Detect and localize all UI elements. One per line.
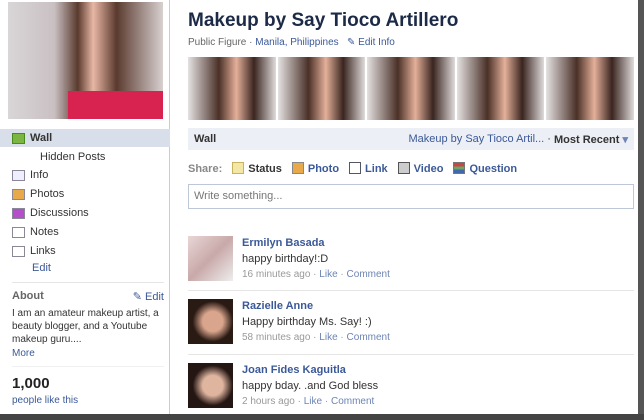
discussions-icon — [12, 207, 25, 219]
wall-post: Razielle Anne Happy birthday Ms. Say! :)… — [188, 299, 634, 356]
wall-filter-page[interactable]: Makeup by Say Tioco Artil... — [408, 133, 544, 145]
like-link[interactable]: Like — [319, 269, 337, 280]
share-status[interactable]: Status — [232, 162, 282, 175]
sidebar-item-label: Hidden Posts — [40, 151, 106, 163]
left-sidebar: Wall Hidden Posts Info Photos Discussion… — [0, 0, 170, 414]
wall-post: Joan Fides Kaguitla happy bday. .and God… — [188, 363, 634, 420]
share-option-label: Video — [413, 163, 444, 175]
share-option-label: Status — [248, 163, 282, 175]
share-option-label: Question — [469, 163, 518, 175]
status-icon — [232, 162, 245, 174]
post-text: happy bday. .and God bless — [242, 380, 379, 392]
divider — [188, 354, 634, 355]
wall-post: Ermilyn Basada happy birthday!:D 16 minu… — [188, 236, 634, 293]
sidebar-item-notes[interactable]: Notes — [0, 223, 170, 241]
window-frame — [638, 0, 644, 420]
wall-icon — [12, 132, 25, 144]
about-edit-link[interactable]: ✎ Edit — [12, 290, 164, 303]
post-time[interactable]: 16 minutes ago — [242, 269, 310, 280]
sidebar-item-hidden-posts[interactable]: Hidden Posts — [0, 148, 170, 166]
wall-title: Wall — [194, 133, 217, 145]
page-category: Public Figure — [188, 37, 247, 48]
comment-link[interactable]: Comment — [331, 396, 374, 407]
most-recent-dropdown[interactable]: Most Recent ▾ — [554, 133, 628, 146]
likes-count: 1,000 — [12, 375, 50, 392]
status-input[interactable]: Write something... — [188, 184, 634, 209]
link-icon — [349, 162, 362, 174]
page-title: Makeup by Say Tioco Artillero — [188, 10, 459, 31]
post-meta: 58 minutes ago · Like · Comment — [242, 332, 390, 343]
like-link[interactable]: Like — [304, 396, 322, 407]
post-text: happy birthday!:D — [242, 253, 329, 265]
notes-icon — [12, 226, 25, 238]
edit-info-link[interactable]: ✎ Edit Info — [347, 37, 395, 48]
share-link[interactable]: Link — [349, 162, 388, 175]
share-option-label: Link — [365, 163, 388, 175]
video-icon — [397, 162, 410, 174]
photo-thumbnail[interactable] — [277, 57, 366, 120]
post-author[interactable]: Joan Fides Kaguitla — [242, 364, 346, 376]
post-meta: 2 hours ago · Like · Comment — [242, 396, 375, 407]
sidebar-item-label: Links — [30, 245, 56, 257]
divider — [12, 282, 164, 283]
divider — [188, 290, 634, 291]
sidebar-item-wall[interactable]: Wall — [0, 129, 170, 147]
sidebar-item-discussions[interactable]: Discussions — [0, 204, 170, 222]
photo-thumbnail[interactable] — [188, 57, 276, 120]
avatar[interactable] — [188, 299, 233, 344]
avatar[interactable] — [188, 363, 233, 408]
sidebar-item-label: Discussions — [30, 207, 89, 219]
pencil-icon: ✎ — [346, 37, 356, 48]
like-link[interactable]: Like — [319, 332, 337, 343]
post-time[interactable]: 2 hours ago — [242, 396, 295, 407]
share-question[interactable]: Question — [453, 162, 517, 175]
share-bar: Share: Status Photo Link Video Question — [188, 162, 517, 175]
photo-thumbnail[interactable] — [367, 57, 455, 120]
sidebar-item-info[interactable]: Info — [0, 166, 170, 184]
pencil-icon: ✎ — [132, 291, 142, 303]
photo-thumbnail[interactable] — [546, 57, 634, 120]
profile-picture[interactable] — [8, 2, 163, 119]
sidebar-item-label: Wall — [30, 132, 53, 144]
about-text: I am an amateur makeup artist, a beauty … — [12, 308, 159, 345]
share-video[interactable]: Video — [397, 162, 444, 175]
share-option-label: Photo — [307, 163, 340, 175]
location-link[interactable]: Manila, Philippines — [255, 37, 338, 48]
about-more-link[interactable]: More — [12, 348, 164, 359]
sidebar-item-photos[interactable]: Photos — [0, 185, 170, 203]
comment-link[interactable]: Comment — [347, 332, 390, 343]
chevron-down-icon: ▾ — [622, 133, 628, 146]
profile-picture-detail — [68, 91, 163, 119]
avatar[interactable] — [188, 236, 233, 281]
sidebar-item-label: Photos — [30, 188, 65, 200]
post-author[interactable]: Ermilyn Basada — [242, 237, 325, 249]
divider — [12, 366, 164, 367]
info-icon — [12, 169, 25, 181]
about-edit-label: Edit — [145, 291, 164, 303]
photo-thumbnail[interactable] — [456, 57, 545, 120]
separator: · — [547, 133, 551, 145]
share-photo[interactable]: Photo — [291, 162, 340, 175]
question-icon — [453, 162, 466, 174]
photo-icon — [291, 162, 304, 174]
sidebar-item-label: Info — [30, 169, 49, 181]
post-text: Happy birthday Ms. Say! :) — [242, 316, 372, 328]
post-meta: 16 minutes ago · Like · Comment — [242, 269, 390, 280]
likes-link[interactable]: people like this — [12, 395, 164, 406]
wall-header: Wall Makeup by Say Tioco Artil... · Most… — [188, 128, 634, 150]
links-icon — [12, 245, 25, 257]
comment-link[interactable]: Comment — [347, 269, 390, 280]
sidebar-item-links[interactable]: Links — [0, 242, 170, 260]
page-subtitle: Public Figure · Manila, Philippines ✎ Ed… — [188, 37, 395, 48]
window-frame — [0, 414, 644, 420]
edit-info-label: Edit Info — [358, 37, 395, 48]
sidebar-edit-link[interactable]: Edit — [32, 262, 184, 274]
photo-strip — [188, 57, 634, 120]
post-time[interactable]: 58 minutes ago — [242, 332, 310, 343]
photos-icon — [12, 188, 25, 200]
sidebar-item-label: Notes — [30, 226, 59, 238]
post-author[interactable]: Razielle Anne — [242, 300, 313, 312]
share-label: Share: — [188, 162, 223, 175]
filter-label: Most Recent — [554, 133, 620, 146]
